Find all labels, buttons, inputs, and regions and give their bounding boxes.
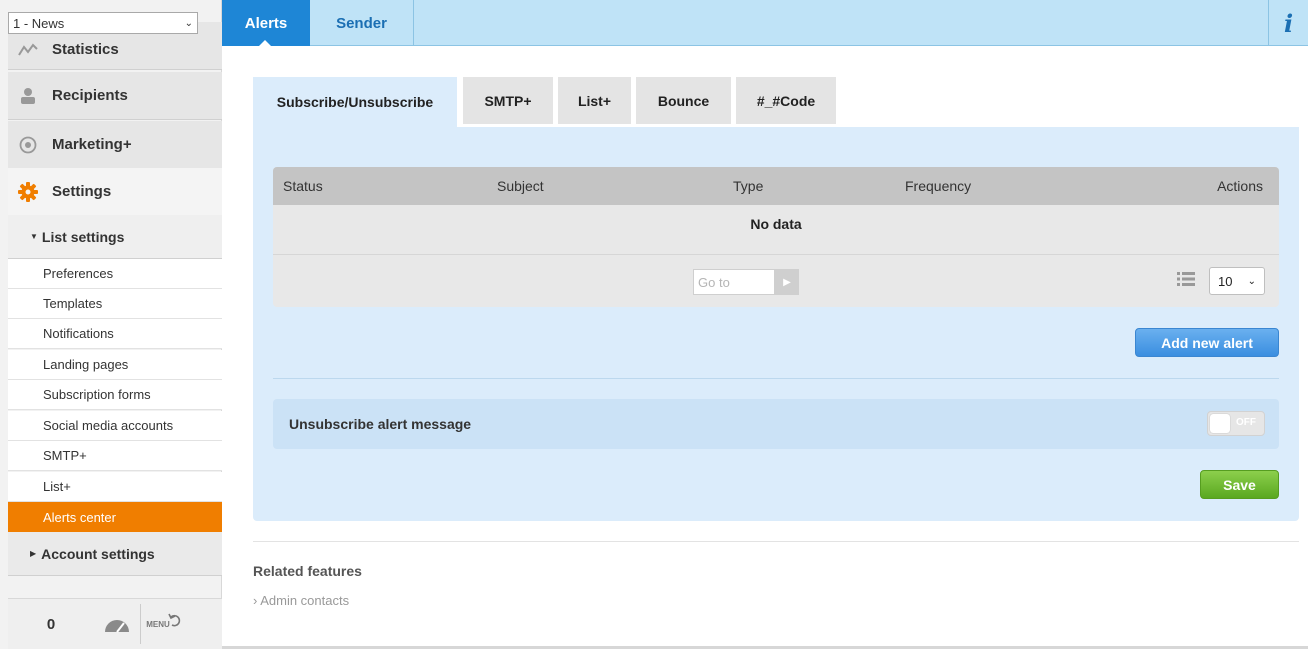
sidebar-item-label: Recipients	[52, 87, 128, 104]
toggle-knob	[1210, 414, 1230, 433]
tab-smtp[interactable]: SMTP+	[463, 77, 553, 124]
unsubscribe-alert-row: Unsubscribe alert message OFF	[273, 399, 1279, 449]
gear-icon	[18, 181, 38, 202]
sidebar-footer: 0 MENU	[8, 598, 222, 649]
sidebar-item-recipients[interactable]: Recipients	[8, 72, 222, 120]
list-select[interactable]: 1 - News ⌄	[8, 12, 198, 34]
tab-code[interactable]: #_#Code	[736, 77, 836, 124]
column-type[interactable]: Type	[733, 178, 763, 194]
sidebar-item-label: List settings	[41, 228, 125, 245]
tab-sender[interactable]: Sender	[310, 0, 414, 46]
toggle-state: OFF	[1236, 417, 1256, 428]
unsubscribe-alert-toggle[interactable]: OFF	[1207, 411, 1265, 436]
sidebar-item-landing-pages[interactable]: Landing pages	[8, 350, 222, 380]
sidebar-item-preferences[interactable]: Preferences	[8, 259, 222, 289]
sidebar-item-list-plus[interactable]: List+	[8, 472, 222, 502]
caret-right-icon: ▶	[30, 549, 37, 558]
sidebar-item-marketing[interactable]: Marketing+	[8, 121, 222, 169]
unsubscribe-alert-label: Unsubscribe alert message	[289, 416, 472, 432]
goto-page-input[interactable]: Go to	[693, 269, 775, 295]
tab-list-plus[interactable]: List+	[558, 77, 631, 124]
admin-contacts-link[interactable]: › Admin contacts	[253, 593, 349, 608]
sidebar-item-label: List+	[43, 479, 71, 494]
per-page-select[interactable]: 10 ⌄	[1209, 267, 1265, 295]
footer-count: 0	[46, 615, 56, 633]
list-icon	[1177, 271, 1197, 291]
target-icon	[18, 135, 38, 155]
sidebar-item-alerts-center[interactable]: Alerts center	[8, 502, 222, 532]
alerts-grid: Status Subject Type Frequency Actions No…	[273, 167, 1279, 307]
sidebar-item-label: Landing pages	[43, 357, 129, 372]
sidebar: Statistics 1 - News ⌄ Recipients Marketi…	[0, 0, 222, 649]
sidebar-item-subscription-forms[interactable]: Subscription forms	[8, 380, 222, 410]
sidebar-item-label: SMTP+	[43, 448, 87, 463]
speedometer-icon[interactable]	[94, 608, 140, 640]
chevron-down-icon: ⌄	[1247, 275, 1256, 287]
sidebar-item-templates[interactable]: Templates	[8, 289, 222, 319]
column-frequency[interactable]: Frequency	[905, 178, 971, 194]
sidebar-item-label: Settings	[52, 183, 112, 200]
grid-empty-message: No data	[273, 205, 1279, 255]
sidebar-item-list-settings[interactable]: ▼ List settings	[8, 215, 222, 259]
sidebar-item-label: Subscription forms	[43, 387, 151, 402]
panel-divider	[273, 378, 1279, 379]
tab-alerts[interactable]: Alerts	[222, 0, 310, 47]
caret-down-icon: ▼	[30, 232, 38, 241]
sidebar-item-label: Templates	[43, 296, 103, 311]
sidebar-item-settings[interactable]: Settings	[8, 168, 222, 216]
sidebar-item-social-media-accounts[interactable]: Social media accounts	[8, 411, 222, 441]
sidebar-item-label: Statistics	[52, 41, 119, 58]
person-icon	[18, 86, 38, 106]
related-features-title: Related features	[253, 563, 362, 579]
save-button[interactable]: Save	[1200, 470, 1279, 499]
add-new-alert-button[interactable]: Add new alert	[1135, 328, 1279, 357]
menu-label: MENU	[146, 619, 170, 629]
sidebar-item-label: Marketing+	[52, 136, 132, 153]
sidebar-item-account-settings[interactable]: ▶ Account settings	[8, 532, 222, 576]
top-tab-bar: Alerts Sender i	[222, 0, 1308, 47]
list-select-value: 1 - News	[13, 15, 65, 31]
sidebar-item-label: Social media accounts	[43, 418, 174, 433]
chart-icon	[18, 40, 38, 60]
column-actions: Actions	[1217, 178, 1263, 194]
sidebar-item-label: Account settings	[41, 545, 155, 562]
per-page-value: 10	[1218, 273, 1233, 289]
sidebar-item-notifications[interactable]: Notifications	[8, 319, 222, 349]
column-subject[interactable]: Subject	[497, 178, 544, 194]
chevron-down-icon: ⌄	[184, 17, 193, 29]
sidebar-item-label: Notifications	[43, 326, 114, 341]
column-status[interactable]: Status	[283, 178, 323, 194]
menu-undo-icon[interactable]: MENU	[141, 608, 187, 640]
play-icon[interactable]: ▶	[775, 269, 799, 295]
tab-bounce[interactable]: Bounce	[636, 77, 731, 124]
sidebar-item-smtp[interactable]: SMTP+	[8, 441, 222, 471]
sidebar-item-label: Alerts center	[43, 509, 116, 525]
info-icon[interactable]: i	[1268, 0, 1308, 46]
tab-subscribe-unsubscribe[interactable]: Subscribe/Unsubscribe	[253, 77, 457, 127]
related-divider	[253, 541, 1299, 542]
grid-header: Status Subject Type Frequency Actions	[273, 167, 1279, 205]
alerts-panel: Status Subject Type Frequency Actions No…	[253, 127, 1299, 521]
sidebar-item-label: Preferences	[43, 266, 114, 281]
